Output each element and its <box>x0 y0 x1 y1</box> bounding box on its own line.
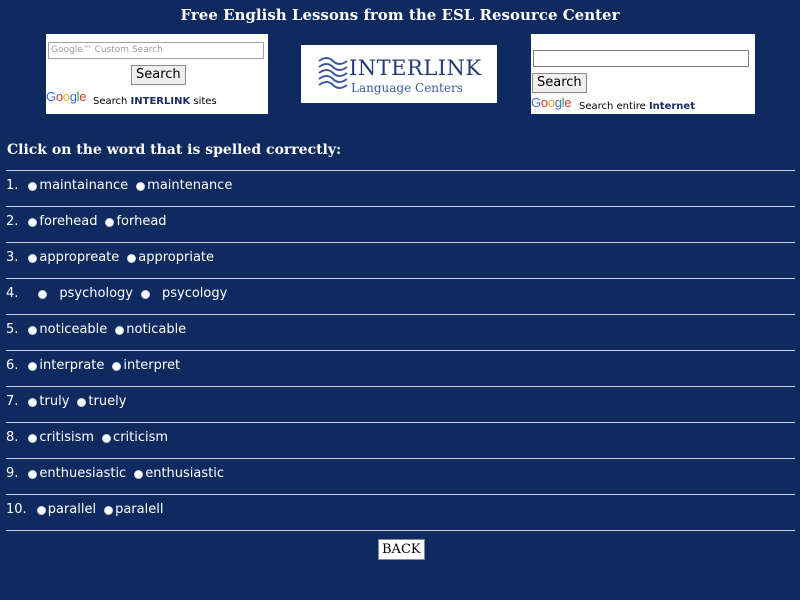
radio-q4-a[interactable] <box>38 290 48 299</box>
question-10: 10. parallel paralell <box>6 502 164 517</box>
radio-q9-b[interactable] <box>134 470 144 479</box>
question-2: 2. forehead forhead <box>6 214 167 229</box>
radio-q8-b[interactable] <box>102 434 112 443</box>
divider <box>6 422 795 423</box>
question-4: 4. psychology psycology <box>6 286 228 301</box>
radio-q3-b[interactable] <box>127 254 137 263</box>
divider <box>6 314 795 315</box>
question-8: 8. critisism criticism <box>6 430 169 445</box>
divider <box>6 530 795 531</box>
interlink-search-button[interactable]: Search <box>131 65 186 85</box>
page-title: Free English Lessons from the ESL Resour… <box>180 6 620 24</box>
internet-search-box: Search Google Search entire Internet <box>531 34 755 114</box>
divider <box>6 170 795 171</box>
radio-q5-b[interactable] <box>115 326 125 335</box>
divider <box>6 494 795 495</box>
radio-q10-b[interactable] <box>104 506 114 515</box>
internet-search-input[interactable] <box>533 50 749 67</box>
interlink-search-input[interactable]: Google™ Custom Search <box>48 42 264 59</box>
logo-subtitle: Language Centers <box>351 81 463 95</box>
radio-q10-a[interactable] <box>36 506 46 515</box>
divider <box>6 278 795 279</box>
radio-q7-b[interactable] <box>77 398 87 407</box>
interlink-search-caption: Search INTERLINK sites <box>93 96 217 107</box>
interlink-search-box: Google™ Custom Search Search Google Sear… <box>46 34 268 114</box>
question-5: 5. noticeable noticable <box>6 322 187 337</box>
interlink-wave-icon <box>318 57 348 89</box>
google-logo-icon: Google <box>531 95 572 110</box>
radio-q7-a[interactable] <box>28 398 38 407</box>
radio-q2-a[interactable] <box>28 218 38 227</box>
question-7: 7. truly truely <box>6 394 127 409</box>
divider <box>6 350 795 351</box>
question-1: 1. maintainance maintenance <box>6 178 233 193</box>
radio-q8-a[interactable] <box>28 434 38 443</box>
radio-q9-a[interactable] <box>28 470 38 479</box>
radio-q1-a[interactable] <box>28 182 38 191</box>
radio-q3-a[interactable] <box>28 254 38 263</box>
internet-search-button[interactable]: Search <box>532 73 587 93</box>
internet-search-caption: Search entire Internet <box>579 101 695 112</box>
back-button[interactable]: BACK <box>378 539 425 560</box>
divider <box>6 242 795 243</box>
radio-q1-b[interactable] <box>136 182 146 191</box>
interlink-logo[interactable]: INTERLINK Language Centers <box>301 45 497 103</box>
radio-q2-b[interactable] <box>105 218 115 227</box>
divider <box>6 458 795 459</box>
radio-q4-b[interactable] <box>140 290 150 299</box>
logo-name: INTERLINK <box>349 56 482 80</box>
radio-q5-a[interactable] <box>28 326 38 335</box>
question-9: 9. enthuesiastic enthusiastic <box>6 466 224 481</box>
quiz-instruction: Click on the word that is spelled correc… <box>7 142 342 158</box>
question-3: 3. appropreate appropriate <box>6 250 215 265</box>
divider <box>6 386 795 387</box>
google-logo-icon: Google <box>46 89 87 104</box>
radio-q6-a[interactable] <box>28 362 38 371</box>
divider <box>6 206 795 207</box>
question-6: 6. interprate interpret <box>6 358 181 373</box>
radio-q6-b[interactable] <box>112 362 122 371</box>
